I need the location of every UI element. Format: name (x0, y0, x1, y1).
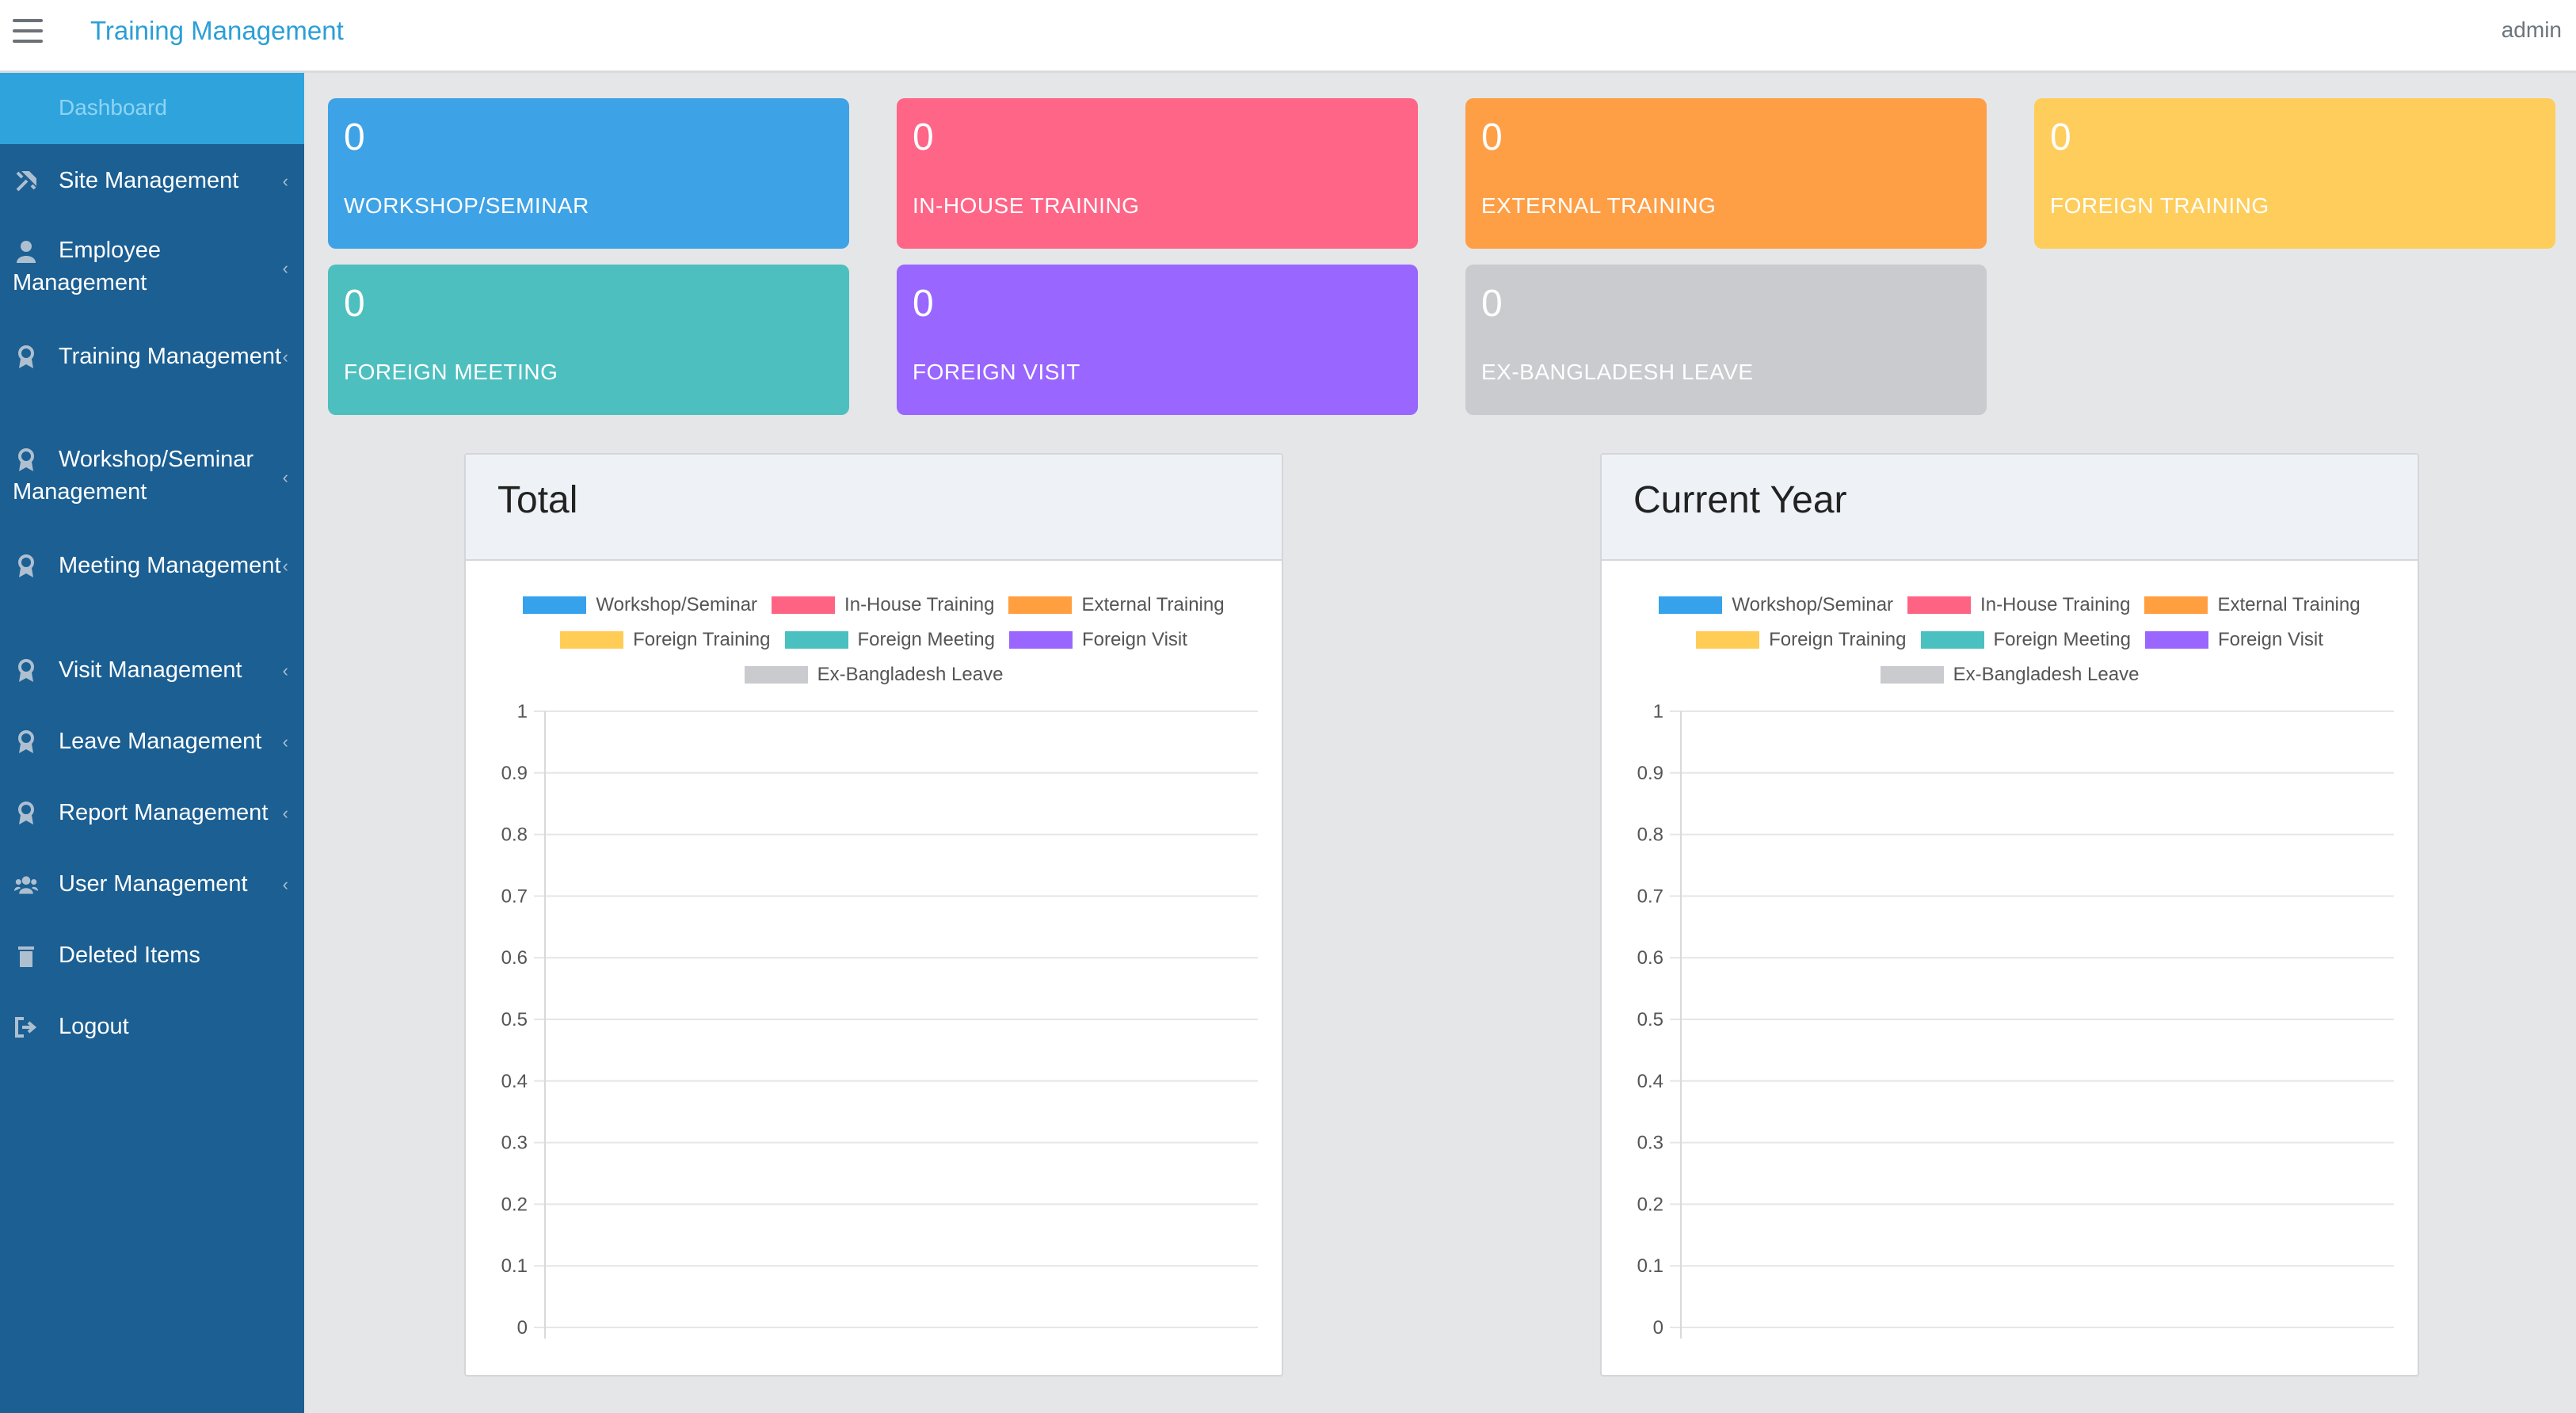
card-value: 0 (2050, 116, 2071, 158)
y-tick-label: 0.7 (1637, 886, 1663, 907)
y-tick-label: 0.7 (501, 886, 528, 907)
y-tick-label: 0.2 (1637, 1194, 1663, 1215)
y-tick-label: 0 (1653, 1317, 1663, 1339)
y-tick-label: 0.1 (501, 1255, 528, 1277)
y-tick-label: 0.9 (1637, 763, 1663, 784)
chevron-left-icon: ‹ (282, 467, 288, 487)
card-label: IN-HOUSE TRAINING (913, 193, 1140, 218)
app-title[interactable]: Training Management (90, 16, 344, 46)
card-value: 0 (1481, 116, 1503, 158)
sidebar-item-label: Deleted Items (59, 943, 200, 968)
top-navbar: Training Management admin (0, 0, 2576, 73)
award-icon (14, 730, 38, 754)
card-external-training[interactable]: 0 EXTERNAL TRAINING (1465, 98, 1987, 249)
card-value: 0 (1481, 283, 1503, 325)
sidebar-item-visit-management[interactable]: Visit Management ‹ (0, 654, 304, 702)
sidebar-item-logout[interactable]: Logout (0, 1011, 304, 1058)
y-tick-label: 0.8 (501, 825, 528, 846)
card-foreign-training[interactable]: 0 FOREIGN TRAINING (2034, 98, 2555, 249)
hamburger-menu-icon[interactable] (13, 19, 43, 44)
y-tick-label: 0 (517, 1317, 528, 1339)
y-tick-label: 0.4 (501, 1071, 528, 1092)
y-tick-label: 0.3 (1637, 1133, 1663, 1154)
sidebar-item-label: Workshop/Seminar Management (13, 447, 254, 505)
chevron-left-icon: ‹ (282, 803, 288, 823)
sidebar-item-label: Leave Management (59, 729, 262, 754)
y-tick-label: 0.6 (1637, 947, 1663, 969)
card-label: WORKSHOP/SEMINAR (344, 193, 589, 218)
sidebar-item-leave-management[interactable]: Leave Management ‹ (0, 726, 304, 773)
trash-icon (14, 944, 38, 968)
card-value: 0 (913, 116, 934, 158)
sidebar: Dashboard Site Management ‹ Employee Man… (0, 73, 304, 1413)
sidebar-item-label: Visit Management (59, 657, 242, 683)
card-in-house-training[interactable]: 0 IN-HOUSE TRAINING (897, 98, 1418, 249)
y-tick-label: 0.6 (501, 947, 528, 969)
sidebar-item-label: Employee Management (13, 238, 161, 295)
chevron-left-icon: ‹ (282, 556, 288, 576)
card-label: FOREIGN MEETING (344, 360, 558, 384)
chevron-left-icon: ‹ (282, 661, 288, 680)
sidebar-item-report-management[interactable]: Report Management ‹ (0, 797, 304, 844)
chevron-left-icon: ‹ (282, 874, 288, 894)
chart-plot-area: 1 0.9 0.8 0.7 0.6 0.5 0.4 0.3 0.2 0.1 0 (501, 701, 1258, 1339)
sidebar-item-workshop-seminar-management[interactable]: Workshop/Seminar Management ‹ (0, 444, 304, 515)
card-ex-bangladesh-leave[interactable]: 0 EX-BANGLADESH LEAVE (1465, 265, 1987, 415)
sidebar-item-employee-management[interactable]: Employee Management ‹ (0, 234, 304, 306)
y-tick-label: 0.9 (501, 763, 528, 784)
card-label: EXTERNAL TRAINING (1481, 193, 1717, 218)
sidebar-item-label: Training Management (59, 344, 282, 369)
card-value: 0 (344, 116, 365, 158)
card-foreign-meeting[interactable]: 0 FOREIGN MEETING (328, 265, 849, 415)
sidebar-item-training-management[interactable]: Training Management ‹ (0, 341, 304, 388)
tools-icon (14, 169, 38, 193)
y-tick-label: 0.3 (501, 1133, 528, 1154)
card-workshop-seminar[interactable]: 0 WORKSHOP/SEMINAR (328, 98, 849, 249)
chevron-left-icon: ‹ (282, 171, 288, 191)
y-tick-label: 0.4 (1637, 1071, 1663, 1092)
award-icon (14, 802, 38, 825)
y-tick-label: 0.5 (1637, 1009, 1663, 1030)
sidebar-item-label: Dashboard (59, 95, 167, 120)
card-value: 0 (913, 283, 934, 325)
award-icon (14, 345, 38, 369)
card-label: FOREIGN VISIT (913, 360, 1080, 384)
sidebar-item-label: Report Management (59, 800, 269, 825)
y-tick-label: 0.5 (501, 1009, 528, 1030)
y-tick-label: 1 (517, 701, 528, 722)
sidebar-item-site-management[interactable]: Site Management ‹ (0, 165, 304, 212)
sidebar-item-label: User Management (59, 871, 248, 897)
chevron-left-icon: ‹ (282, 347, 288, 367)
logout-icon (14, 1015, 38, 1039)
y-tick-label: 1 (1653, 701, 1663, 722)
y-tick-label: 0.8 (1637, 825, 1663, 846)
user-menu[interactable]: admin (2502, 17, 2562, 43)
sidebar-item-dashboard[interactable]: Dashboard (0, 73, 304, 144)
sidebar-item-user-management[interactable]: User Management ‹ (0, 868, 304, 916)
chart-plot-area: 1 0.9 0.8 0.7 0.6 0.5 0.4 0.3 0.2 0.1 0 (1637, 701, 2394, 1339)
chart-panel-current-year: Current Year Workshop/Seminar In-House Tr… (1600, 453, 2419, 1377)
chevron-left-icon: ‹ (282, 258, 288, 278)
card-foreign-visit[interactable]: 0 FOREIGN VISIT (897, 265, 1418, 415)
card-label: FOREIGN TRAINING (2050, 193, 2269, 218)
sidebar-item-label: Meeting Management (59, 553, 281, 578)
sidebar-item-label: Site Management (59, 168, 239, 193)
chevron-left-icon: ‹ (282, 732, 288, 752)
sidebar-item-label: Logout (59, 1014, 129, 1039)
chart-panel-total: Total Workshop/Seminar In-House Training E… (464, 453, 1283, 1377)
card-label: EX-BANGLADESH LEAVE (1481, 360, 1754, 384)
award-icon (14, 554, 38, 578)
sidebar-item-deleted-items[interactable]: Deleted Items (0, 939, 304, 987)
award-icon (14, 659, 38, 683)
y-tick-label: 0.2 (501, 1194, 528, 1215)
sidebar-item-meeting-management[interactable]: Meeting Management ‹ (0, 550, 304, 597)
y-tick-label: 0.1 (1637, 1255, 1663, 1277)
users-icon (14, 873, 38, 897)
card-value: 0 (344, 283, 365, 325)
